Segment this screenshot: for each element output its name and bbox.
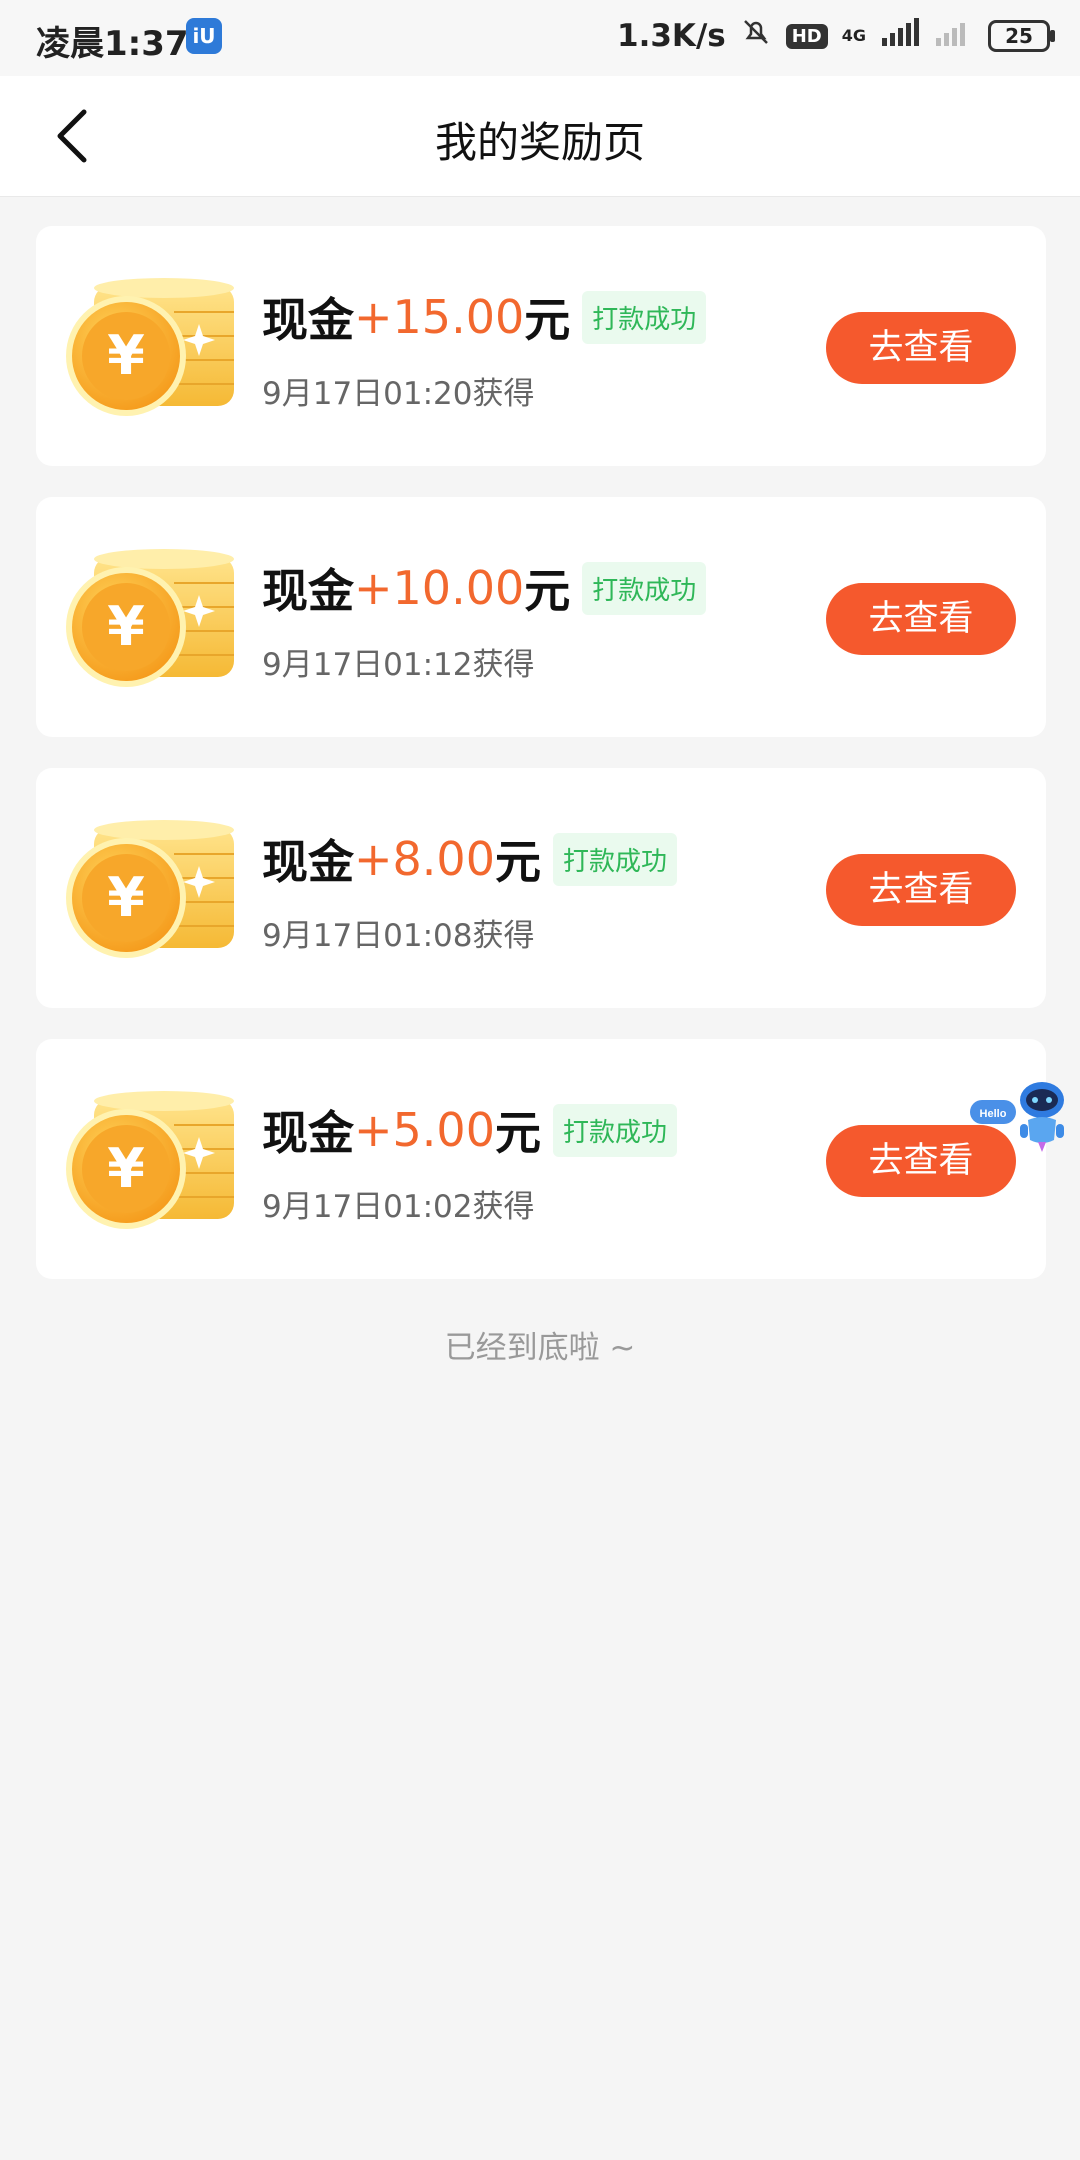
page-title: 我的奖励页 — [434, 118, 645, 167]
reward-amount: +8.00 — [354, 832, 495, 886]
signal-empty-icon — [934, 18, 974, 54]
robot-icon: Hello — [970, 1082, 1064, 1152]
reward-time: 9月17日01:02获得 — [262, 1189, 535, 1225]
status-indicators: 1.3K/s HD 4G 25 — [617, 16, 1055, 56]
signal-icon — [880, 18, 920, 54]
assistant-bubble-text: Hello — [980, 1108, 1007, 1120]
reward-label: 现金 — [262, 293, 354, 347]
svg-text:¥: ¥ — [107, 595, 145, 658]
reward-label: 现金 — [262, 1106, 354, 1160]
reward-unit: 元 — [494, 835, 541, 889]
reward-label: 现金 — [262, 835, 354, 889]
battery-icon: 25 — [988, 20, 1055, 52]
reward-time: 9月17日01:12获得 — [262, 647, 535, 683]
mute-icon — [740, 16, 772, 56]
reward-card: ¥ 现金 +10.00 元 打款成功 9月17日01:12获得 去查看 — [36, 497, 1046, 737]
status-badge: 打款成功 — [552, 1103, 677, 1157]
coin-stack-icon: ¥ — [64, 276, 274, 426]
reward-time: 9月17日01:20获得 — [262, 376, 535, 412]
reward-title: 现金 +10.00 元 打款成功 — [262, 555, 707, 621]
view-button[interactable]: 去查看 — [826, 854, 1016, 926]
status-badge: 打款成功 — [582, 290, 707, 344]
reward-card: ¥ 现金 +15.00 元 打款成功 9月17日01:20获得 去查看 — [36, 226, 1046, 466]
status-time: 凌晨1:37 — [36, 24, 189, 64]
coin-stack-icon: ¥ — [64, 547, 274, 697]
reward-title: 现金 +8.00 元 打款成功 — [262, 826, 677, 892]
reward-time: 9月17日01:08获得 — [262, 918, 535, 954]
status-bar: 凌晨1:37 iU 1.3K/s HD 4G 25 — [0, 0, 1080, 76]
svg-text:¥: ¥ — [107, 324, 145, 387]
reward-unit: 元 — [524, 564, 571, 618]
floating-assistant[interactable]: Hello — [970, 1078, 1070, 1168]
reward-card: ¥ 现金 +5.00 元 打款成功 9月17日01:02获得 去查看 — [36, 1039, 1046, 1279]
reward-title: 现金 +5.00 元 打款成功 — [262, 1097, 677, 1163]
view-button[interactable]: 去查看 — [826, 312, 1016, 384]
end-of-list-text: 已经到底啦 ~ — [444, 1330, 636, 1366]
reward-amount: +15.00 — [354, 290, 525, 344]
app-notification-icon: iU — [186, 18, 222, 54]
svg-text:¥: ¥ — [107, 1137, 145, 1200]
status-badge: 打款成功 — [582, 561, 707, 615]
status-badge: 打款成功 — [552, 832, 677, 886]
reward-unit: 元 — [524, 293, 571, 347]
reward-title: 现金 +15.00 元 打款成功 — [262, 284, 707, 350]
reward-amount: +5.00 — [354, 1103, 495, 1157]
coin-stack-icon: ¥ — [64, 818, 274, 968]
page-header: 我的奖励页 — [0, 76, 1080, 197]
reward-label: 现金 — [262, 564, 354, 618]
hd-icon: HD — [785, 23, 828, 49]
view-button[interactable]: 去查看 — [826, 583, 1016, 655]
net-speed: 1.3K/s — [617, 18, 726, 54]
svg-text:¥: ¥ — [107, 866, 145, 929]
signal-4g-label: 4G — [841, 26, 866, 45]
coin-stack-icon: ¥ — [64, 1089, 274, 1239]
reward-card: ¥ 现金 +8.00 元 打款成功 9月17日01:08获得 去查看 — [36, 768, 1046, 1008]
reward-amount: +10.00 — [354, 561, 525, 615]
reward-unit: 元 — [494, 1106, 541, 1160]
